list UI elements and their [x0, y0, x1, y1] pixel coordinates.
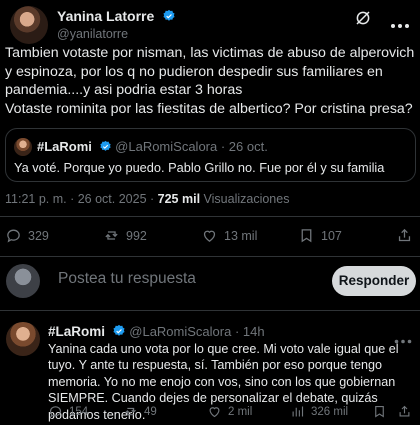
bookmark-action[interactable]: 107	[298, 227, 342, 244]
bookmark-action[interactable]	[372, 404, 393, 419]
reply-author-avatar[interactable]	[6, 322, 40, 356]
quoted-text: Ya voté. Porque yo puedo. Pablo Grillo n…	[14, 160, 385, 175]
verified-badge-icon	[163, 9, 175, 21]
like-action[interactable]: 2 mil	[207, 404, 252, 419]
like-count: 13 mil	[224, 228, 258, 243]
quoted-author-avatar	[14, 138, 32, 156]
views-count: 725 mil	[157, 192, 201, 206]
reply-button[interactable]: Responder	[332, 266, 416, 296]
user-avatar[interactable]	[6, 264, 40, 298]
divider	[0, 216, 420, 217]
reply-action[interactable]: 329	[5, 227, 49, 244]
author-name-row[interactable]: Yanina Latorre	[57, 8, 176, 26]
repost-count: 49	[144, 405, 157, 418]
share-icon	[399, 405, 410, 417]
repost-icon	[105, 231, 118, 240]
grok-icon[interactable]	[354, 9, 372, 27]
reply-icon	[7, 229, 20, 243]
heart-icon	[209, 407, 220, 418]
divider	[0, 310, 420, 311]
quoted-author-name: #LaRomi	[37, 139, 92, 154]
reply-author-row[interactable]: #LaRomi @LaRomiScalora · 14h	[48, 324, 265, 339]
author-avatar[interactable]	[10, 6, 48, 44]
tweet-text: Tambien votaste por nisman, las victimas…	[5, 45, 415, 117]
bookmark-count: 107	[321, 228, 342, 243]
quoted-author-row: #LaRomi @LaRomiScalora · 26 oct.	[37, 139, 268, 154]
author-handle[interactable]: @yanilatorre	[57, 27, 128, 41]
share-action[interactable]	[397, 404, 418, 419]
reply-author-name[interactable]: #LaRomi	[48, 324, 105, 339]
tweet-metadata: 11:21 p. m. · 26 oct. 2025 · 725 mil Vis…	[5, 192, 289, 206]
quoted-tweet[interactable]: #LaRomi @LaRomiScalora · 26 oct. Ya voté…	[5, 128, 416, 182]
divider	[0, 256, 420, 257]
share-icon	[398, 228, 411, 242]
repost-action[interactable]: 992	[103, 227, 147, 244]
views-chart-icon	[292, 406, 304, 417]
like-count: 2 mil	[228, 405, 253, 418]
views-action[interactable]: 326 mil	[290, 404, 348, 419]
repost-action[interactable]: 49	[123, 404, 157, 419]
verified-badge-icon	[99, 140, 111, 151]
repost-count: 992	[126, 228, 147, 243]
reply-count: 329	[28, 228, 49, 243]
more-options-icon[interactable]	[394, 331, 412, 344]
author-name[interactable]: Yanina Latorre	[57, 8, 154, 24]
repost-icon	[125, 407, 136, 416]
reply-icon	[49, 406, 62, 418]
reply-action[interactable]: 154	[48, 404, 88, 419]
views-label: Visualizaciones	[203, 192, 290, 206]
share-action[interactable]	[396, 227, 419, 244]
bookmark-icon	[301, 229, 312, 243]
more-options-icon[interactable]	[390, 16, 410, 28]
reply-author-handle-time: @LaRomiScalora · 14h	[129, 324, 265, 339]
heart-icon	[203, 230, 216, 242]
quoted-date: · 26 oct.	[220, 139, 268, 154]
quoted-author-handle: @LaRomiScalora	[115, 139, 218, 154]
verified-badge-icon	[113, 324, 125, 336]
tweet-timestamp[interactable]: 11:21 p. m. · 26 oct. 2025 ·	[5, 192, 154, 206]
reply-count: 154	[69, 405, 89, 418]
reply-input[interactable]: Postea tu respuesta	[58, 270, 318, 288]
views-count: 326 mil	[311, 405, 349, 418]
bookmark-icon	[375, 405, 384, 418]
like-action[interactable]: 13 mil	[201, 227, 257, 244]
